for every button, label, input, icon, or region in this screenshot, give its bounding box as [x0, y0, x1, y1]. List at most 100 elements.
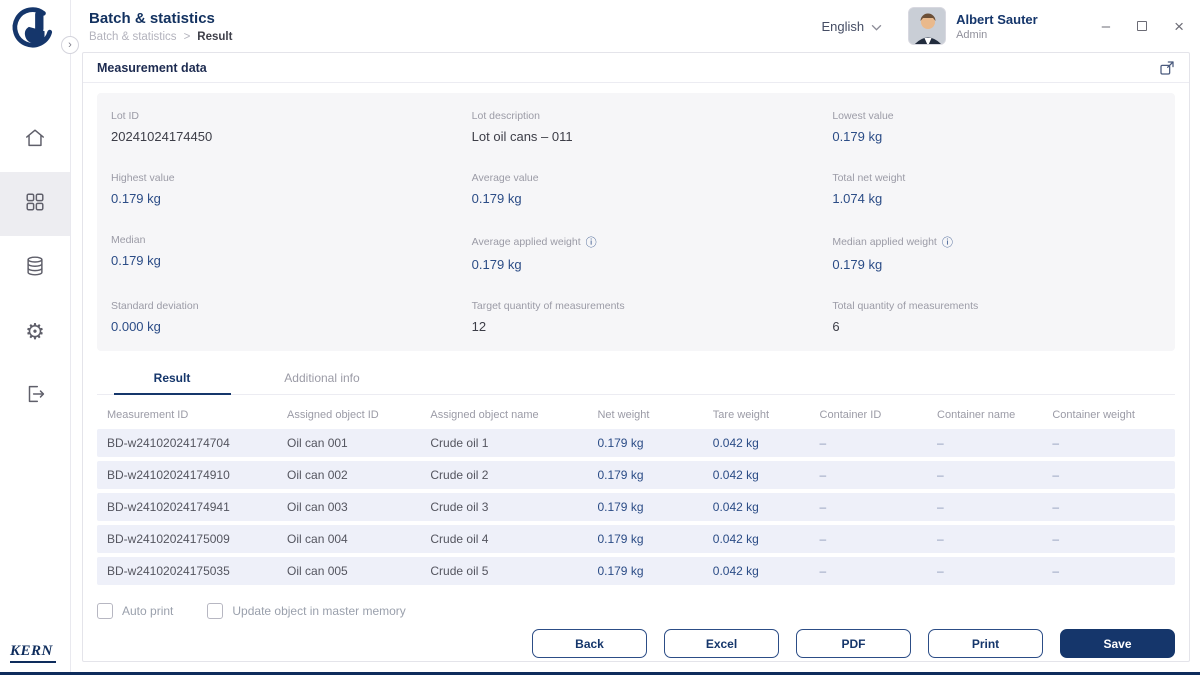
cell: 0.042 kg [712, 436, 759, 450]
table-row[interactable]: BD-w24102024174910 Oil can 002 Crude oil 2… [97, 461, 1175, 489]
back-button[interactable]: Back [532, 629, 647, 658]
tab-result[interactable]: Result [97, 363, 247, 395]
cell: 0.042 kg [712, 564, 759, 578]
stat-total-quantity-of-measurements: Total quantity of measurements 6 [832, 297, 1175, 337]
language-selector[interactable]: English [821, 19, 882, 34]
stat-median-applied-weight: Median applied weight ⓘ 0.179 kg [832, 231, 1175, 275]
app-logo-icon [8, 5, 56, 58]
table-row[interactable]: BD-w24102024174704 Oil can 001 Crude oil 1… [97, 429, 1175, 457]
cell: – [1052, 468, 1060, 482]
cell: BD-w24102024174704 [107, 436, 230, 450]
save-button[interactable]: Save [1060, 629, 1175, 658]
sidebar-item-home[interactable] [0, 108, 70, 172]
avatar[interactable] [908, 7, 947, 45]
pdf-button[interactable]: PDF [796, 629, 911, 658]
stat-label: Total net weight [832, 172, 906, 184]
chevron-down-icon [871, 19, 882, 34]
cell: Oil can 005 [287, 564, 348, 578]
stat-value: 12 [471, 319, 487, 334]
grid-icon [24, 191, 46, 218]
cell: – [819, 500, 827, 514]
close-button[interactable]: × [1174, 18, 1184, 35]
stat-lot-id: Lot ID 20241024174450 [111, 107, 472, 147]
sidebar-item-database[interactable] [0, 236, 70, 300]
excel-button[interactable]: Excel [664, 629, 779, 658]
cell: 0.179 kg [597, 436, 644, 450]
column-header-measurement-id: Measurement ID [107, 409, 189, 421]
results-table: Measurement ID Assigned object ID Assigned… [97, 399, 1175, 589]
checkbox-box[interactable] [97, 603, 113, 619]
maximize-button[interactable] [1137, 21, 1148, 31]
window-controls: – × [1102, 18, 1184, 35]
stat-label: Lot ID [111, 110, 140, 122]
table-row[interactable]: BD-w24102024175035 Oil can 005 Crude oil 5… [97, 557, 1175, 585]
stat-label: Lowest value [832, 110, 894, 122]
checkbox-label: Auto print [122, 604, 174, 618]
stat-label: Highest value [111, 172, 175, 184]
expand-panel-button[interactable] [1159, 60, 1175, 76]
cell: – [937, 564, 944, 578]
sidebar-item-modules[interactable] [0, 172, 70, 236]
cell: 0.179 kg [597, 532, 644, 546]
cell: Oil can 003 [287, 500, 348, 514]
cell: 0.179 kg [597, 564, 644, 578]
stat-average-applied-weight: Average applied weight ⓘ 0.179 kg [472, 231, 833, 275]
column-header-container-id: Container ID [819, 409, 882, 421]
stat-value: 0.179 kg [471, 191, 522, 206]
checkbox-box[interactable] [207, 603, 224, 619]
column-header-assigned-object-id: Assigned object ID [287, 409, 379, 421]
tab-additional-info[interactable]: Additional info [247, 363, 397, 394]
stat-value: 20241024174450 [111, 129, 213, 144]
cell: Crude oil 5 [430, 564, 489, 578]
stat-label: Median applied weight ⓘ [832, 234, 953, 250]
cell: – [819, 532, 827, 546]
info-icon[interactable]: ⓘ [586, 234, 597, 250]
column-header-assigned-object-name: Assigned object name [430, 409, 539, 421]
page-heading: Batch & statistics Batch & statistics > … [89, 9, 232, 43]
cell: Oil can 001 [287, 436, 348, 450]
stat-standard-deviation: Standard deviation 0.000 kg [111, 297, 472, 337]
breadcrumb-root[interactable]: Batch & statistics [89, 31, 177, 43]
table-header: Measurement ID Assigned object ID Assigned… [97, 399, 1175, 429]
user-name: Albert Sauter [956, 11, 1038, 27]
info-icon[interactable]: ⓘ [942, 234, 953, 250]
stat-value: 0.179 kg [832, 129, 883, 144]
home-icon [24, 127, 46, 154]
checkbox-label: Update object in master memory [232, 604, 406, 618]
checkbox-auto-print[interactable]: Auto print [97, 603, 173, 619]
minimize-button[interactable]: – [1102, 19, 1110, 34]
measurement-data-panel: Measurement data Lot ID 20241024174450 Lot… [82, 52, 1190, 662]
stat-lot-description: Lot description Lot oil cans – 011 [472, 107, 833, 147]
stat-value: 0.179 kg [111, 191, 161, 206]
cell: Crude oil 3 [430, 500, 489, 514]
user-role: Admin [956, 28, 988, 41]
checkbox-update-object-in-master-memory[interactable]: Update object in master memory [207, 603, 406, 619]
sidebar-item-settings[interactable]: ⚙ [0, 300, 70, 364]
panel-title: Measurement data [97, 61, 207, 75]
stat-value: 0.179 kg [832, 257, 883, 272]
column-header-net-weight: Net weight [597, 409, 650, 421]
stat-value: 0.179 kg [471, 257, 522, 272]
cell: Oil can 002 [287, 468, 348, 482]
cell: 0.042 kg [712, 500, 759, 514]
stat-total-net-weight: Total net weight 1.074 kg [832, 169, 1175, 209]
cell: – [819, 468, 827, 482]
kern-wordmark: KERN [10, 643, 56, 663]
cell: – [1052, 436, 1060, 450]
stat-label: Standard deviation [111, 300, 199, 312]
cell: 0.179 kg [597, 500, 644, 514]
user-block: Albert Sauter Admin [956, 12, 1038, 41]
sidebar: ⚙ KERN [0, 0, 70, 672]
cell: – [819, 436, 827, 450]
cell: – [937, 500, 944, 514]
tabs: Result Additional info [97, 363, 1175, 395]
print-button[interactable]: Print [928, 629, 1043, 658]
stat-value: 1.074 kg [832, 191, 883, 206]
column-header-tare-weight: Tare weight [712, 409, 770, 421]
table-row[interactable]: BD-w24102024175009 Oil can 004 Crude oil 4… [97, 525, 1175, 553]
stat-value: Lot oil cans – 011 [471, 129, 573, 144]
sidebar-expand-button[interactable]: › [61, 36, 79, 54]
sidebar-item-logout[interactable] [0, 364, 70, 428]
cell: – [1052, 500, 1060, 514]
table-row[interactable]: BD-w24102024174941 Oil can 003 Crude oil 3… [97, 493, 1175, 521]
